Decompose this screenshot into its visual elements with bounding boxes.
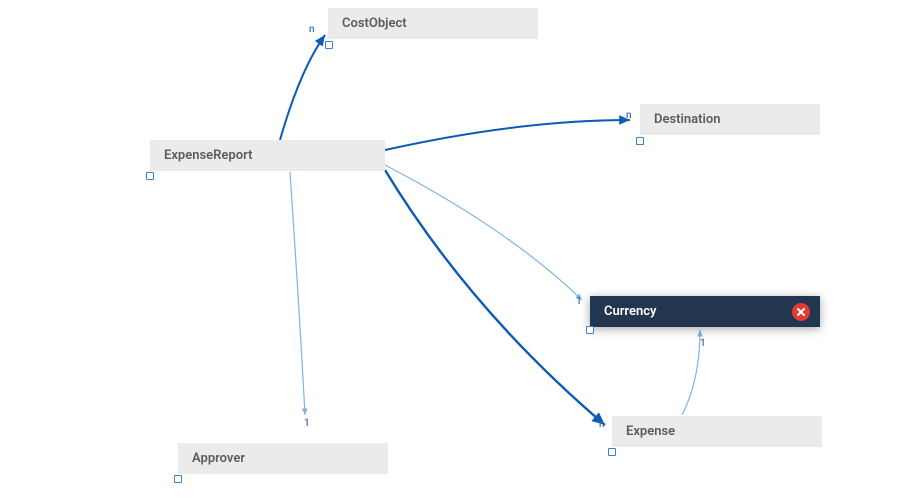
node-label: Expense	[626, 424, 675, 439]
diagram-canvas[interactable]: ExpenseReport CostObject Destination Cur…	[0, 0, 917, 500]
close-icon[interactable]	[792, 303, 810, 321]
cardinality-expensereport-costobject: n	[309, 24, 315, 35]
node-currency[interactable]: Currency	[590, 296, 820, 327]
node-expensereport[interactable]: ExpenseReport	[150, 140, 385, 171]
handle-destination[interactable]	[636, 137, 644, 145]
node-label: ExpenseReport	[164, 148, 252, 163]
node-approver[interactable]: Approver	[178, 443, 388, 474]
cardinality-expense-currency: 1	[700, 338, 706, 349]
handle-expensereport[interactable]	[146, 172, 154, 180]
cardinality-expensereport-expense: n	[599, 419, 605, 430]
node-label: Currency	[604, 304, 656, 319]
node-label: Approver	[192, 451, 245, 466]
edge-expensereport-currency	[385, 165, 582, 300]
edge-expensereport-approver	[290, 172, 305, 415]
cardinality-expensereport-approver: 1	[304, 418, 310, 429]
edge-expensereport-destination	[385, 120, 630, 150]
node-destination[interactable]: Destination	[640, 104, 820, 135]
handle-currency[interactable]	[586, 326, 594, 334]
edge-expensereport-expense	[385, 170, 605, 425]
handle-approver[interactable]	[174, 475, 182, 483]
node-label: CostObject	[342, 16, 407, 31]
handle-costobject[interactable]	[325, 41, 333, 49]
cardinality-expensereport-destination: n	[626, 110, 632, 121]
node-expense[interactable]: Expense	[612, 416, 822, 447]
node-label: Destination	[654, 112, 721, 127]
cardinality-expensereport-currency: 1	[576, 296, 582, 307]
edge-expense-currency	[682, 330, 700, 415]
node-costobject[interactable]: CostObject	[328, 8, 538, 39]
edge-expensereport-costobject	[280, 35, 325, 140]
handle-expense[interactable]	[608, 448, 616, 456]
